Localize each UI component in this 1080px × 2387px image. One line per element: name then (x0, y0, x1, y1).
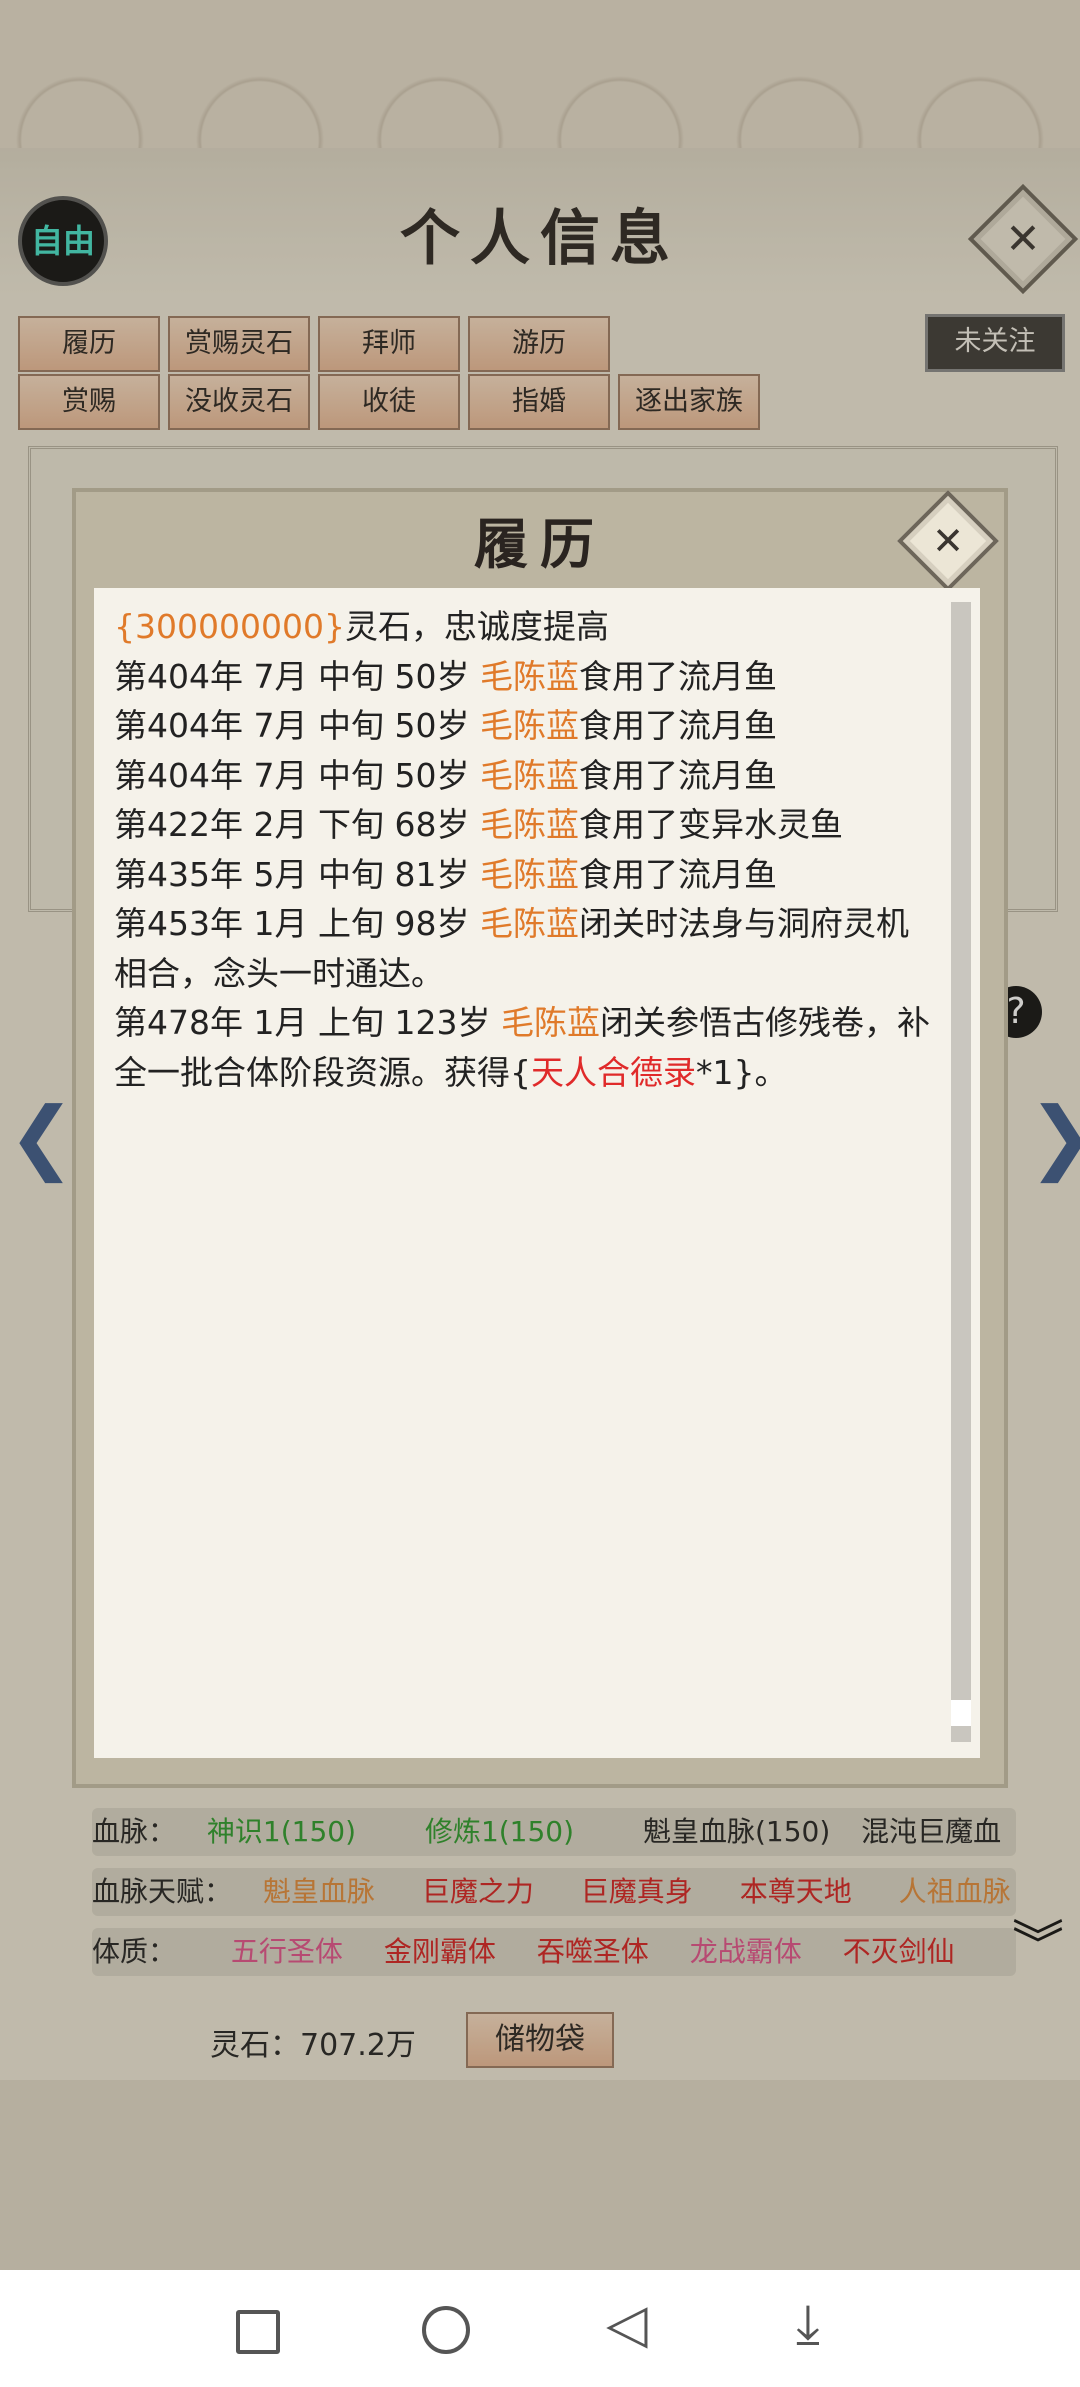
history-entry-highlight: 毛陈蓝 (500, 1003, 600, 1042)
history-entry-text: 第404年 7月 中旬 50岁 (114, 656, 480, 696)
history-entry-text: 食用了变异水灵鱼 (578, 805, 843, 844)
history-entry-text: 第404年 7月 中旬 50岁 (114, 755, 480, 795)
home-icon[interactable] (422, 2306, 470, 2354)
history-entry-text: 第422年 2月 下旬 68岁 (114, 805, 480, 844)
scrollbar-track[interactable] (951, 602, 971, 1742)
history-entry-text: 第478年 1月 上旬 123岁 (114, 1003, 501, 1042)
modal-title: 履历 (474, 512, 606, 576)
history-entry: 第422年 2月 下旬 68岁 毛陈蓝食用了变异水灵鱼 (114, 800, 934, 850)
back-icon[interactable]: ◁ (606, 2292, 648, 2355)
history-entry-text: *1}。 (696, 1052, 788, 1092)
history-entry-text: 食用了流月鱼 (578, 854, 777, 894)
history-entry: 第435年 5月 中旬 81岁 毛陈蓝食用了流月鱼 (114, 850, 934, 900)
history-entry-highlight: {300000000} (114, 607, 345, 646)
history-log-panel[interactable]: {300000000}灵石，忠诚度提高 第404年 7月 中旬 50岁 毛陈蓝食用… (94, 588, 980, 1758)
history-entry: 第404年 7月 中旬 50岁 毛陈蓝食用了流月鱼 (114, 652, 934, 702)
history-entry-text: 第435年 5月 中旬 81岁 (114, 854, 480, 894)
history-entry-highlight: 毛陈蓝 (479, 706, 579, 745)
history-entry-text: 食用了流月鱼 (578, 656, 777, 696)
history-entry: 第453年 1月 上旬 98岁 毛陈蓝闭关时法身与洞府灵机相合，念头一时通达。 (114, 899, 934, 998)
history-entry: 第478年 1月 上旬 123岁 毛陈蓝闭关参悟古修残卷，补全一批合体阶段资源。… (114, 998, 934, 1097)
history-entry-highlight: 毛陈蓝 (479, 904, 579, 943)
recent-apps-icon[interactable] (236, 2310, 280, 2354)
history-entry: {300000000}灵石，忠诚度提高 (114, 602, 934, 652)
history-entry-highlight: 毛陈蓝 (479, 656, 579, 696)
history-log-list: {300000000}灵石，忠诚度提高 第404年 7月 中旬 50岁 毛陈蓝食用… (114, 602, 934, 1097)
close-icon: ✕ (932, 519, 964, 563)
decorative-wave-band (0, 0, 1080, 150)
bottom-decorative-bar (0, 2080, 1080, 2270)
notification-pulldown-icon[interactable]: ⤓ (796, 2292, 820, 2356)
history-entry-text: 灵石，忠诚度提高 (344, 607, 609, 646)
history-entry-highlight: 毛陈蓝 (479, 755, 579, 795)
history-entry-highlight: 天人合德录 (531, 1052, 696, 1092)
history-entry: 第404年 7月 中旬 50岁 毛陈蓝食用了流月鱼 (114, 751, 934, 801)
history-entry-text: 食用了流月鱼 (578, 706, 777, 745)
history-entry-highlight: 毛陈蓝 (479, 854, 579, 894)
history-entry-highlight: 毛陈蓝 (479, 805, 579, 844)
history-entry-text: 第404年 7月 中旬 50岁 (114, 706, 480, 745)
scrollbar-thumb[interactable] (951, 1700, 971, 1726)
history-entry-text: 第453年 1月 上旬 98岁 (114, 904, 480, 943)
system-navigation-bar (0, 2270, 1080, 2387)
history-entry-text: 食用了流月鱼 (578, 755, 777, 795)
history-entry: 第404年 7月 中旬 50岁 毛陈蓝食用了流月鱼 (114, 701, 934, 751)
